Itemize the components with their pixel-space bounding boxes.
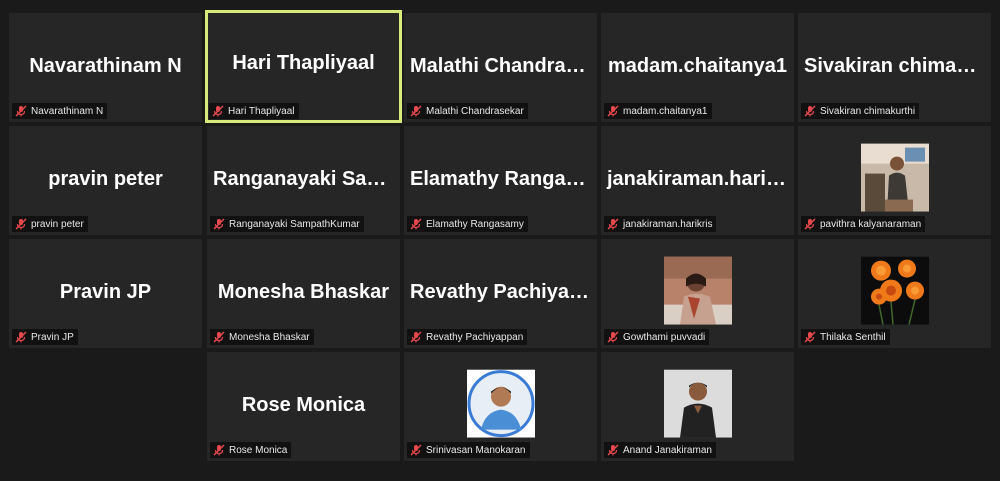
participant-tile[interactable]: Srinivasan Manokaran <box>404 352 597 461</box>
participant-tile[interactable]: Pravin JP Pravin JP <box>9 239 202 348</box>
participant-label-text: pravin peter <box>31 218 84 230</box>
participant-label-text: Pravin JP <box>31 331 74 343</box>
participant-label-text: madam.chaitanya1 <box>623 105 708 117</box>
participant-label-text: Ranganayaki SampathKumar <box>229 218 360 230</box>
participant-label-text: Elamathy Rangasamy <box>426 218 524 230</box>
participant-tile[interactable]: Thilaka Senthil <box>798 239 991 348</box>
participant-name: Hari Thapliyaal <box>232 52 375 74</box>
participant-label-text: Revathy Pachiyappan <box>426 331 524 343</box>
mic-muted-icon <box>607 331 619 343</box>
participant-tile[interactable]: Ranganayaki SampathKumar Ranganayaki Sam… <box>207 126 400 235</box>
participant-label: Ranganayaki SampathKumar <box>210 216 364 232</box>
participant-name: Rose Monica <box>241 394 366 416</box>
participant-label: Anand Janakiraman <box>604 442 716 458</box>
participant-label-text: Srinivasan Manokaran <box>426 444 526 456</box>
participant-label-text: Hari Thapliyaal <box>228 105 295 117</box>
participant-name: pravin peter <box>48 168 163 190</box>
participant-label-text: Rose Monica <box>229 444 288 456</box>
profile-photo <box>466 369 535 438</box>
participant-label: Navarathinam N <box>12 103 108 119</box>
participant-name: Pravin JP <box>59 281 152 303</box>
flower-photo-icon <box>860 256 929 325</box>
mic-muted-icon <box>410 218 422 230</box>
mic-muted-icon <box>804 331 816 343</box>
participant-label: pavithra kalyanaraman <box>801 216 926 232</box>
participant-label-text: Sivakiran chimakurthi <box>820 105 916 117</box>
participant-tile[interactable]: Gowthami puvvadi <box>601 239 794 348</box>
participant-name: Sivakiran chimakurthi <box>804 55 991 77</box>
participant-label: madam.chaitanya1 <box>604 103 712 119</box>
participant-name: Ranganayaki SampathKumar <box>213 168 400 190</box>
participant-label: Elamathy Rangasamy <box>407 216 528 232</box>
mic-muted-icon <box>212 105 224 117</box>
participant-tile[interactable]: Monesha Bhaskar Monesha Bhaskar <box>207 239 400 348</box>
person-photo-icon <box>466 369 535 438</box>
participant-label-text: Gowthami puvvadi <box>623 331 706 343</box>
participant-tile[interactable]: janakiraman.harikris janakiraman.harikri… <box>601 126 794 235</box>
mic-muted-icon <box>607 218 619 230</box>
participant-label-text: Navarathinam N <box>31 105 104 117</box>
profile-photo <box>860 256 929 325</box>
participant-name: Revathy Pachiyappan <box>410 281 597 303</box>
participant-label: Sivakiran chimakurthi <box>801 103 920 119</box>
mic-muted-icon <box>804 218 816 230</box>
participant-label: Gowthami puvvadi <box>604 329 710 345</box>
participant-tile[interactable]: Malathi Chandrasekar Malathi Chandraseka… <box>404 13 597 122</box>
participant-label: Monesha Bhaskar <box>210 329 314 345</box>
participant-name: Malathi Chandrasekar <box>410 55 597 77</box>
mic-muted-icon <box>213 218 225 230</box>
participant-label-text: pavithra kalyanaraman <box>820 218 922 230</box>
participant-label: Revathy Pachiyappan <box>407 329 528 345</box>
participant-label: Hari Thapliyaal <box>209 103 299 119</box>
participant-label-text: janakiraman.harikris <box>623 218 713 230</box>
mic-muted-icon <box>15 331 27 343</box>
participant-label: Thilaka Senthil <box>801 329 890 345</box>
participant-label-text: Anand Janakiraman <box>623 444 712 456</box>
participant-tile[interactable]: madam.chaitanya1 madam.chaitanya1 <box>601 13 794 122</box>
person-photo-icon <box>663 256 732 325</box>
participant-name: janakiraman.harikris <box>607 168 794 190</box>
profile-photo <box>663 369 732 438</box>
participant-name: Monesha Bhaskar <box>217 281 390 303</box>
participant-label: pravin peter <box>12 216 88 232</box>
participant-tile[interactable]: Revathy Pachiyappan Revathy Pachiyappan <box>404 239 597 348</box>
profile-photo <box>860 143 929 212</box>
mic-muted-icon <box>15 218 27 230</box>
participant-name: madam.chaitanya1 <box>608 55 787 77</box>
person-photo-icon <box>663 369 732 438</box>
participant-label-text: Thilaka Senthil <box>820 331 886 343</box>
mic-muted-icon <box>804 105 816 117</box>
participant-tile[interactable]: pavithra kalyanaraman <box>798 126 991 235</box>
mic-muted-icon <box>15 105 27 117</box>
participant-tile[interactable]: Rose Monica Rose Monica <box>207 352 400 461</box>
participant-tile[interactable]: Sivakiran chimakurthi Sivakiran chimakur… <box>798 13 991 122</box>
mic-muted-icon <box>410 444 422 456</box>
mic-muted-icon <box>213 331 225 343</box>
participant-tile[interactable]: Anand Janakiraman <box>601 352 794 461</box>
mic-muted-icon <box>607 105 619 117</box>
participant-label: janakiraman.harikris <box>604 216 717 232</box>
participant-label: Rose Monica <box>210 442 292 458</box>
participant-tile[interactable]: pravin peter pravin peter <box>9 126 202 235</box>
participant-label: Pravin JP <box>12 329 78 345</box>
participant-label: Srinivasan Manokaran <box>407 442 530 458</box>
person-photo-icon <box>860 143 929 212</box>
participant-tile-active-speaker[interactable]: Hari Thapliyaal Hari Thapliyaal <box>205 10 402 123</box>
participant-name: Elamathy Rangasamy <box>410 168 597 190</box>
mic-muted-icon <box>410 105 422 117</box>
participant-tile[interactable]: Elamathy Rangasamy Elamathy Rangasamy <box>404 126 597 235</box>
participant-tile[interactable]: Navarathinam N Navarathinam N <box>9 13 202 122</box>
participant-label-text: Malathi Chandrasekar <box>426 105 524 117</box>
participant-label-text: Monesha Bhaskar <box>229 331 310 343</box>
mic-muted-icon <box>607 444 619 456</box>
participant-label: Malathi Chandrasekar <box>407 103 528 119</box>
mic-muted-icon <box>410 331 422 343</box>
profile-photo <box>663 256 732 325</box>
mic-muted-icon <box>213 444 225 456</box>
participant-name: Navarathinam N <box>29 55 182 77</box>
